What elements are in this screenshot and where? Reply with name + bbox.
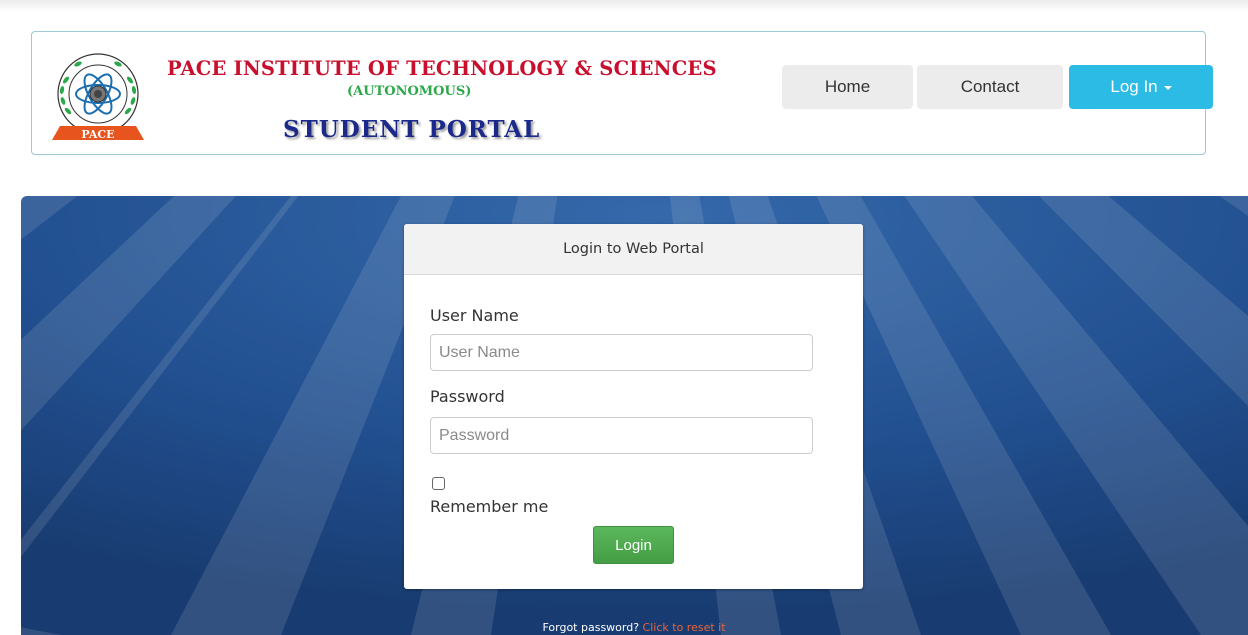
- reset-password-link[interactable]: Click to reset it: [643, 621, 726, 634]
- site-header: PACE PACE INSTITUTE OF TECHNOLOGY & SCIE…: [31, 31, 1213, 155]
- nav-login-dropdown[interactable]: Log In: [1069, 65, 1213, 109]
- username-input[interactable]: [430, 334, 813, 371]
- logo-text: PACE: [81, 128, 114, 141]
- nav-home-button[interactable]: Home: [782, 65, 913, 109]
- autonomous-label: (AUTONOMOUS): [347, 84, 472, 99]
- portal-title: STUDENT PORTAL: [283, 116, 541, 143]
- forgot-password-text: Forgot password?: [542, 621, 640, 634]
- institute-name: PACE INSTITUTE OF TECHNOLOGY & SCIENCES: [167, 57, 717, 80]
- username-label: User Name: [430, 306, 519, 325]
- pace-emblem-icon[interactable]: PACE: [46, 50, 150, 146]
- remember-me-label: Remember me: [430, 497, 549, 516]
- remember-me-checkbox[interactable]: [432, 477, 445, 490]
- login-card: Login to Web Portal User Name Password R…: [404, 224, 863, 589]
- nav-login-label: Log In: [1110, 77, 1158, 96]
- password-label: Password: [430, 387, 505, 406]
- page: PACE PACE INSTITUTE OF TECHNOLOGY & SCIE…: [0, 0, 1248, 635]
- login-card-title: Login to Web Portal: [404, 224, 863, 275]
- password-input[interactable]: [430, 417, 813, 454]
- caret-down-icon: [1163, 86, 1172, 90]
- forgot-password-row: Forgot password? Click to reset it: [0, 621, 1248, 634]
- nav-contact-button[interactable]: Contact: [917, 65, 1063, 109]
- login-submit-button[interactable]: Login: [593, 526, 674, 564]
